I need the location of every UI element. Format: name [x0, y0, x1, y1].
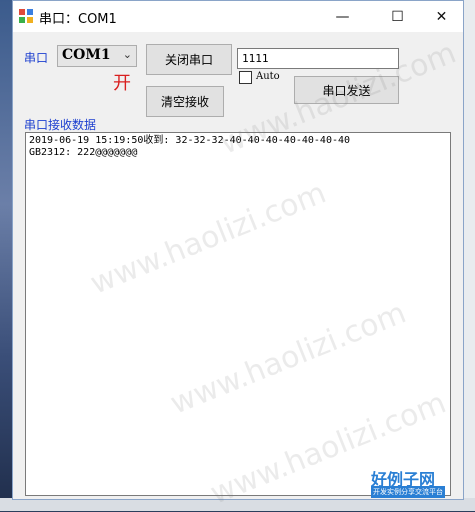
- chevron-down-icon[interactable]: ⌄: [123, 48, 132, 61]
- desktop-background-left: [0, 0, 12, 511]
- minimize-icon: —: [335, 8, 350, 25]
- close-port-button[interactable]: 关闭串口: [146, 44, 232, 75]
- maximize-button[interactable]: ☐: [375, 1, 420, 32]
- window-title: 串口：COM1: [39, 12, 117, 27]
- maximize-icon: ☐: [391, 8, 404, 25]
- receive-data-textbox[interactable]: 2019-06-19 15:19:50收到: 32-32-32-40-40-40…: [25, 132, 451, 496]
- desktop-background-right: [464, 0, 475, 511]
- auto-checkbox-label: Auto: [256, 71, 280, 82]
- clear-receive-button[interactable]: 清空接收: [146, 86, 224, 117]
- app-icon: [19, 9, 33, 23]
- send-button[interactable]: 串口发送: [294, 76, 399, 104]
- minimize-button[interactable]: —: [320, 1, 365, 32]
- close-icon: ✕: [435, 8, 448, 25]
- port-state-indicator: 开: [113, 73, 131, 94]
- receive-data-label: 串口接收数据: [24, 118, 97, 132]
- send-text-input[interactable]: [237, 48, 399, 69]
- port-select-value: COM1: [62, 47, 111, 63]
- close-button[interactable]: ✕: [419, 1, 464, 32]
- serial-port-window: 串口：COM1 — ☐ ✕ 串口 COM1 ⌄ 开 关闭串口 清空接收 Auto…: [12, 0, 464, 512]
- site-logo: 好例子网 开发实例分享交流平台: [371, 466, 461, 500]
- auto-checkbox[interactable]: [239, 71, 252, 84]
- port-label: 串口: [24, 51, 49, 65]
- port-select[interactable]: COM1 ⌄: [57, 45, 137, 67]
- title-bar[interactable]: 串口：COM1 — ☐ ✕: [13, 1, 463, 32]
- logo-sub-text: 开发实例分享交流平台: [371, 486, 445, 498]
